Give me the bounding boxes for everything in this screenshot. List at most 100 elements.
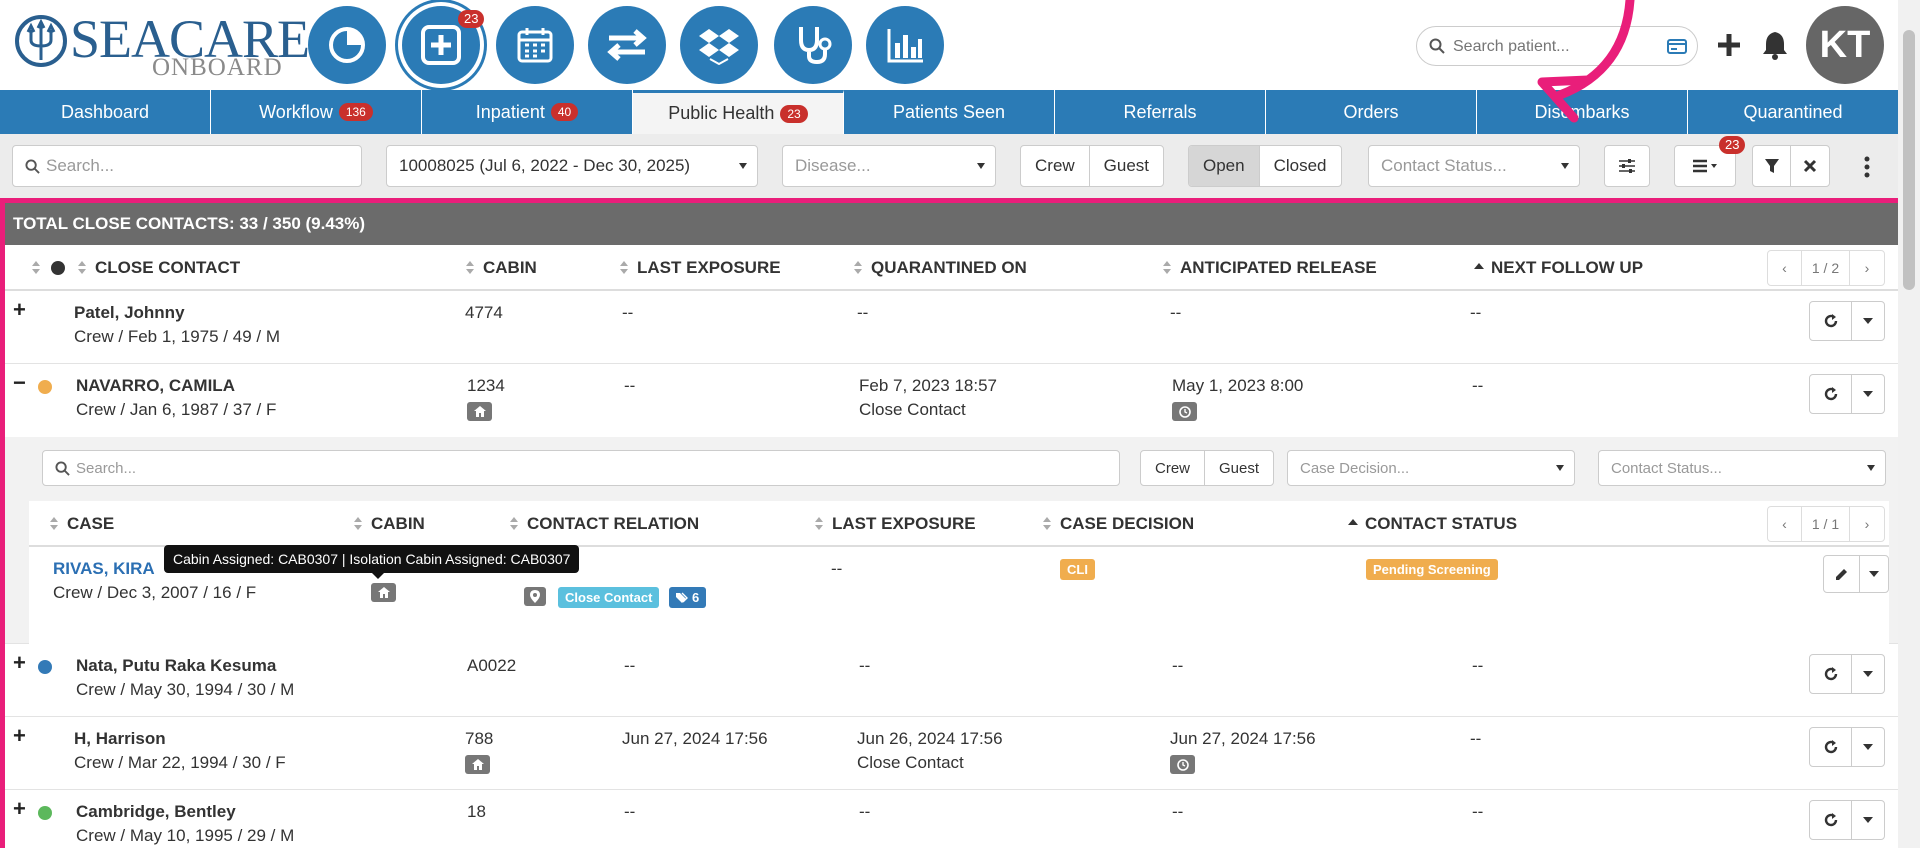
tab-quarantined[interactable]: Quarantined [1688, 90, 1898, 134]
expand-icon[interactable]: + [13, 723, 26, 749]
contact-details: Crew / Jan 6, 1987 / 37 / F [76, 400, 277, 419]
plus-icon[interactable] [1716, 32, 1742, 58]
tab-workflow[interactable]: Workflow 136 [211, 90, 422, 134]
release-clock-badge[interactable] [1172, 402, 1197, 421]
tab-inpatient[interactable]: Inpatient 40 [422, 90, 633, 134]
subcol-contact-relation[interactable]: CONTACT RELATION [509, 514, 699, 534]
row-menu-button[interactable] [1852, 655, 1884, 693]
row-menu-button[interactable] [1852, 801, 1884, 839]
clear-filters-button[interactable] [1791, 146, 1829, 186]
sort-icon[interactable] [31, 261, 41, 275]
contact-name[interactable]: Cambridge, Bentley [76, 802, 236, 822]
user-avatar[interactable]: KT [1806, 6, 1884, 84]
refresh-button[interactable] [1810, 728, 1852, 766]
tab-label: Inpatient [475, 101, 545, 122]
subcol-last-exposure[interactable]: LAST EXPOSURE [814, 514, 976, 534]
subrow-menu-button[interactable] [1860, 556, 1888, 592]
crew-button[interactable]: Crew [1021, 146, 1090, 186]
row-menu-button[interactable] [1852, 375, 1884, 413]
col-quarantined-on[interactable]: QUARANTINED ON [853, 258, 1027, 278]
col-cabin[interactable]: CABIN [465, 258, 537, 278]
edit-button[interactable] [1824, 556, 1860, 592]
filter-search-input[interactable]: Search... [12, 145, 362, 187]
quarantined-on-value: Jun 26, 2024 17:56 [857, 729, 1003, 748]
open-button[interactable]: Open [1189, 146, 1260, 186]
patient-search[interactable] [1416, 26, 1698, 66]
quarantined-on-value: -- [857, 303, 869, 322]
patient-search-input[interactable] [1453, 35, 1653, 59]
add-case-module-button[interactable]: 23 [402, 6, 485, 84]
disease-select[interactable]: Disease... [782, 145, 996, 187]
dropbox-module-button[interactable] [680, 6, 758, 84]
subtable-search-input[interactable]: Search... [42, 450, 1120, 486]
more-vertical-icon[interactable] [1864, 156, 1870, 178]
guest-button[interactable]: Guest [1205, 451, 1273, 485]
release-clock-badge[interactable] [1170, 755, 1195, 774]
pager-next[interactable]: › [1850, 251, 1884, 285]
tab-orders[interactable]: Orders [1266, 90, 1477, 134]
page-scrollbar[interactable] [1898, 0, 1920, 848]
adjust-filters-button[interactable] [1604, 145, 1650, 187]
scrollbar-thumb[interactable] [1903, 30, 1915, 290]
dashboard-module-button[interactable] [308, 6, 386, 84]
follow-up-value: -- [1472, 376, 1484, 395]
expand-icon[interactable]: + [13, 650, 26, 676]
col-anticipated-release[interactable]: ANTICIPATED RELEASE [1162, 258, 1377, 278]
case-name[interactable]: RIVAS, KIRA [53, 559, 155, 579]
tab-public-health[interactable]: Public Health 23 [633, 90, 844, 134]
subtable-pager: ‹ 1 / 1 › [1767, 506, 1885, 542]
cabin-home-badge[interactable] [371, 583, 396, 602]
contact-status-select[interactable]: Contact Status... [1368, 145, 1580, 187]
subtable-contact-status-select[interactable]: Contact Status... [1598, 450, 1886, 486]
tab-badge: 40 [550, 103, 579, 121]
col-close-contact[interactable]: CLOSE CONTACT [77, 258, 240, 278]
expand-icon[interactable]: + [13, 796, 26, 822]
id-card-icon[interactable] [1667, 39, 1687, 54]
stethoscope-module-button[interactable] [774, 6, 852, 84]
expand-icon[interactable]: + [13, 297, 26, 323]
filter-button[interactable] [1753, 146, 1791, 186]
contact-name[interactable]: H, Harrison [74, 729, 166, 749]
cabin-home-badge[interactable] [467, 402, 492, 421]
row-menu-button[interactable] [1852, 302, 1884, 340]
crew-button[interactable]: Crew [1141, 451, 1206, 485]
subcol-contact-status[interactable]: CONTACT STATUS [1347, 514, 1517, 534]
subcol-cabin[interactable]: CABIN [353, 514, 425, 534]
tags-badge[interactable]: 6 [669, 587, 707, 608]
reports-module-button[interactable] [866, 6, 944, 84]
tab-dashboard[interactable]: Dashboard [0, 90, 211, 134]
col-next-follow-up[interactable]: NEXT FOLLOW UP [1473, 258, 1643, 278]
calendar-module-button[interactable] [496, 6, 574, 84]
refresh-icon [1824, 740, 1837, 754]
location-badge[interactable] [524, 587, 546, 606]
pager-prev[interactable]: ‹ [1768, 251, 1802, 285]
subrow-actions [1823, 555, 1889, 593]
contact-name[interactable]: Nata, Putu Raka Kesuma [76, 656, 276, 676]
closed-button[interactable]: Closed [1260, 146, 1341, 186]
list-menu-button[interactable]: 23 [1674, 136, 1746, 187]
refresh-button[interactable] [1810, 302, 1852, 340]
subcol-case[interactable]: CASE [49, 514, 114, 534]
contact-name[interactable]: Patel, Johnny [74, 303, 185, 323]
pager-next[interactable]: › [1850, 507, 1884, 541]
case-decision-select[interactable]: Case Decision... [1287, 450, 1575, 486]
refresh-button[interactable] [1810, 375, 1852, 413]
pager-prev[interactable]: ‹ [1768, 507, 1802, 541]
row-menu-button[interactable] [1852, 728, 1884, 766]
refresh-button[interactable] [1810, 801, 1852, 839]
cabin-home-badge[interactable] [465, 755, 490, 774]
tab-referrals[interactable]: Referrals [1055, 90, 1266, 134]
refresh-button[interactable] [1810, 655, 1852, 693]
tab-disembarks[interactable]: Disembarks [1477, 90, 1688, 134]
bell-icon[interactable] [1762, 30, 1788, 60]
collapse-icon[interactable]: − [13, 370, 26, 396]
tab-patients-seen[interactable]: Patients Seen [844, 90, 1055, 134]
contact-name[interactable]: NAVARRO, CAMILA [76, 376, 235, 396]
col-last-exposure[interactable]: LAST EXPOSURE [619, 258, 781, 278]
release-value: -- [1172, 656, 1184, 675]
guest-button[interactable]: Guest [1090, 146, 1163, 186]
subcol-case-decision[interactable]: CASE DECISION [1042, 514, 1194, 534]
voyage-select[interactable]: 10008025 (Jul 6, 2022 - Dec 30, 2025) [386, 145, 758, 187]
seacare-logo[interactable]: SEACARE ONBOARD [12, 6, 310, 82]
transfer-module-button[interactable] [588, 6, 666, 84]
